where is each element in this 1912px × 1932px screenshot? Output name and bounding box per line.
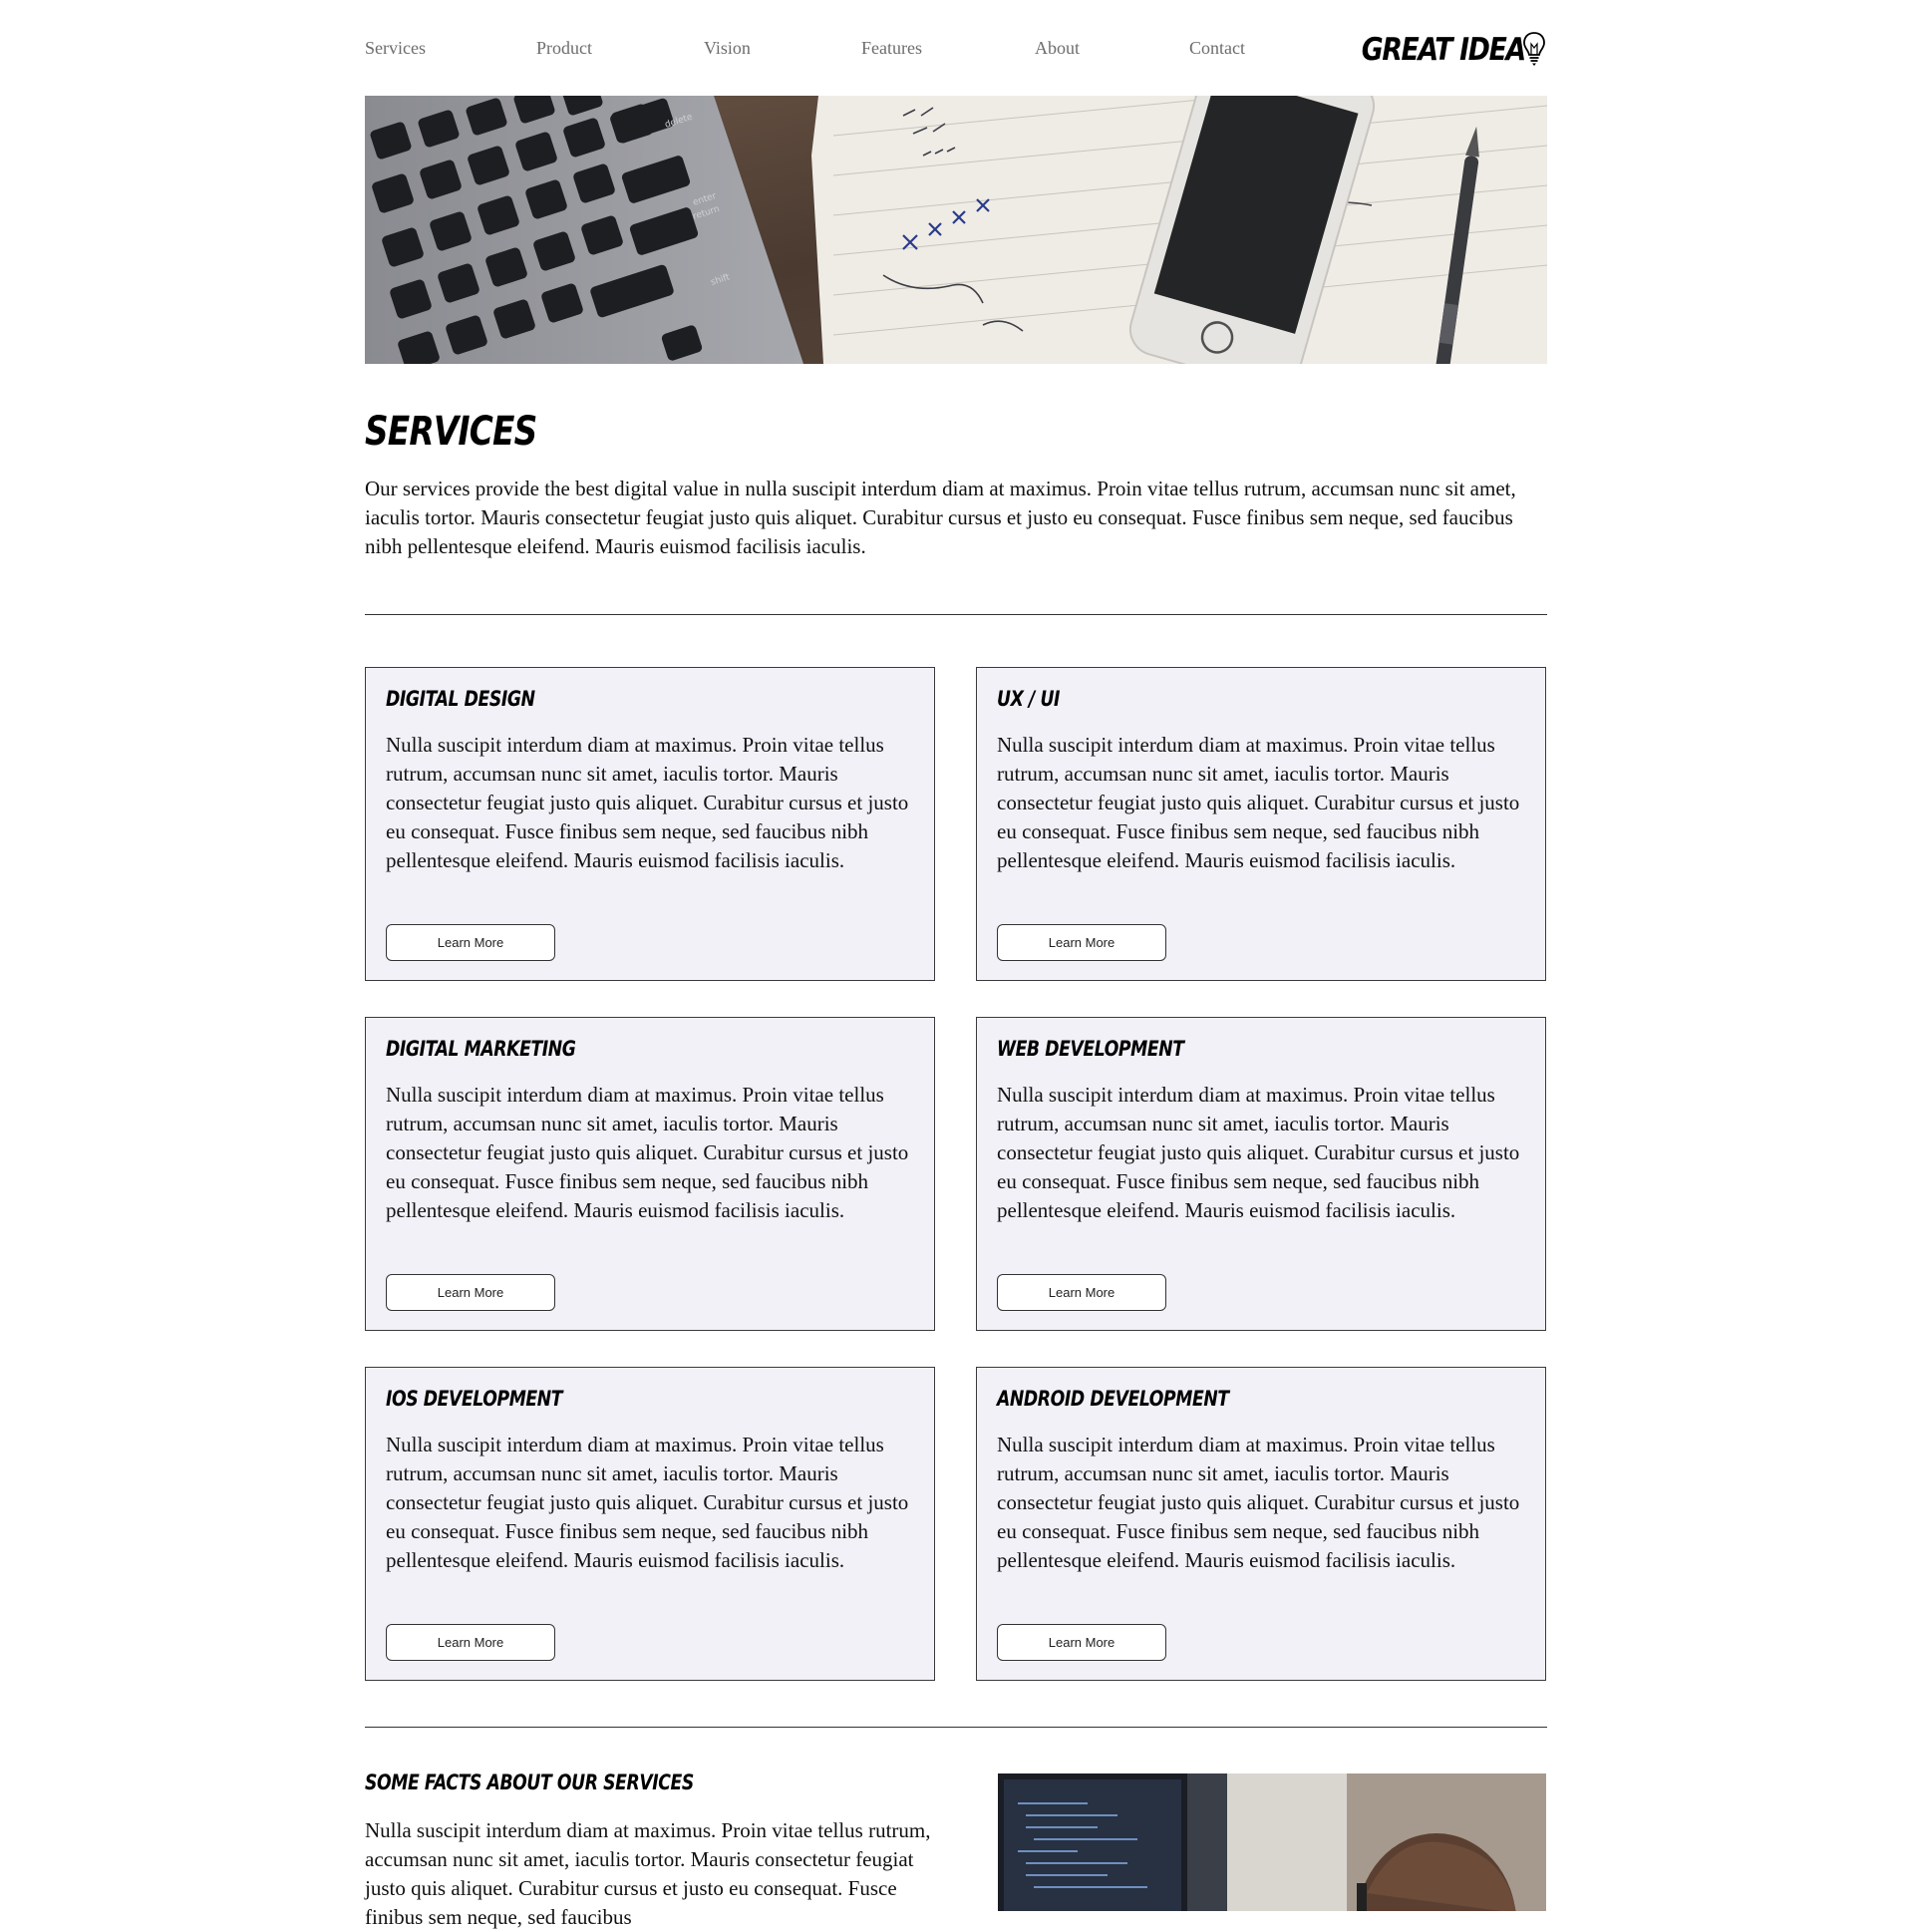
nav-item-vision[interactable]: Vision xyxy=(704,38,751,59)
learn-more-button[interactable]: Learn More xyxy=(386,1274,555,1311)
learn-more-button[interactable]: Learn More xyxy=(386,1624,555,1661)
intro-paragraph: Our services provide the best digital va… xyxy=(365,477,1516,558)
card-text: Nulla suscipit interdum diam at maximus.… xyxy=(386,1083,909,1222)
nav-item-contact[interactable]: Contact xyxy=(1189,38,1245,59)
facts-photo xyxy=(998,1773,1546,1911)
card-title: WEB DEVELOPMENT xyxy=(997,1037,1184,1061)
facts-text: Nulla suscipit interdum diam at maximus.… xyxy=(365,1818,931,1929)
top-nav: Services Product Vision Features About C… xyxy=(365,30,1547,70)
service-card-ux-ui: UX / UI Nulla suscipit interdum diam at … xyxy=(976,667,1546,981)
nav-item-product[interactable]: Product xyxy=(536,38,592,59)
card-title: UX / UI xyxy=(997,687,1061,711)
section-divider xyxy=(365,1727,1547,1728)
card-text: Nulla suscipit interdum diam at maximus.… xyxy=(997,1083,1520,1222)
card-text: Nulla suscipit interdum diam at maximus.… xyxy=(386,733,909,872)
hero-image: delete enter return shift xyxy=(365,96,1547,364)
nav-item-features[interactable]: Features xyxy=(861,38,922,59)
logo-text: GREAT IDEA xyxy=(1361,32,1526,68)
facts-title: SOME FACTS ABOUT OUR SERVICES xyxy=(365,1771,694,1794)
card-title: IOS DEVELOPMENT xyxy=(386,1387,563,1411)
card-text: Nulla suscipit interdum diam at maximus.… xyxy=(386,1433,909,1572)
learn-more-button[interactable]: Learn More xyxy=(997,1274,1166,1311)
service-card-ios-development: IOS DEVELOPMENT Nulla suscipit interdum … xyxy=(365,1367,935,1681)
page-title: SERVICES xyxy=(365,409,537,455)
card-text: Nulla suscipit interdum diam at maximus.… xyxy=(997,1433,1520,1572)
hero-illustration: delete enter return shift xyxy=(365,96,1547,364)
service-card-digital-design: DIGITAL DESIGN Nulla suscipit interdum d… xyxy=(365,667,935,981)
card-text: Nulla suscipit interdum diam at maximus.… xyxy=(997,733,1520,872)
nav-item-services[interactable]: Services xyxy=(365,38,426,59)
service-card-android-development: ANDROID DEVELOPMENT Nulla suscipit inter… xyxy=(976,1367,1546,1681)
card-title: DIGITAL MARKETING xyxy=(386,1037,576,1061)
card-title: ANDROID DEVELOPMENT xyxy=(997,1387,1229,1411)
nav-item-about[interactable]: About xyxy=(1035,38,1080,59)
learn-more-button[interactable]: Learn More xyxy=(997,1624,1166,1661)
logo[interactable]: GREAT IDEA xyxy=(1335,30,1547,70)
service-card-digital-marketing: DIGITAL MARKETING Nulla suscipit interdu… xyxy=(365,1017,935,1331)
developer-at-monitor-illustration xyxy=(998,1773,1546,1911)
learn-more-button[interactable]: Learn More xyxy=(997,924,1166,961)
service-card-web-development: WEB DEVELOPMENT Nulla suscipit interdum … xyxy=(976,1017,1546,1331)
section-divider xyxy=(365,614,1547,615)
card-title: DIGITAL DESIGN xyxy=(386,687,535,711)
learn-more-button[interactable]: Learn More xyxy=(386,924,555,961)
